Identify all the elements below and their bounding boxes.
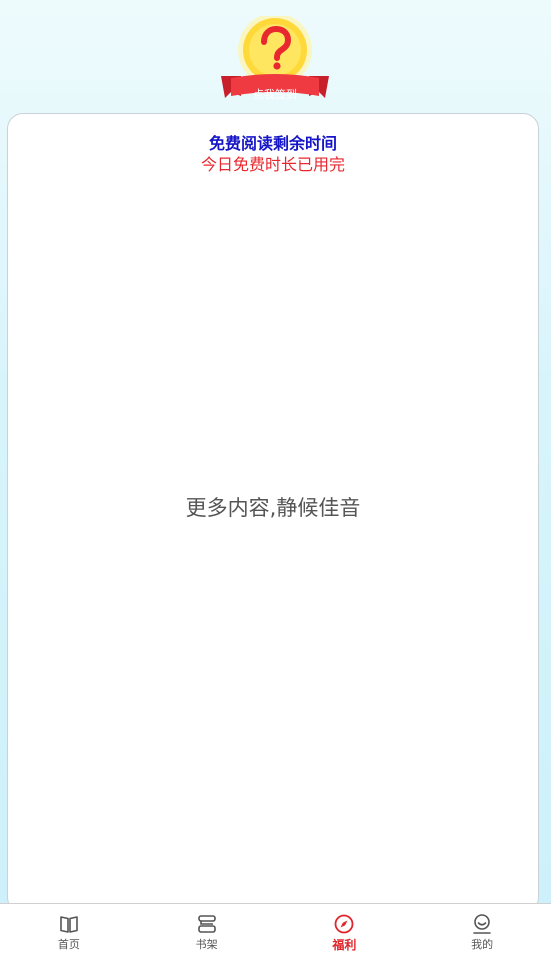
reading-time-card: 免费阅读剩余时间 今日免费时长已用完 更多内容,静候佳音 (7, 113, 539, 913)
profile-face-icon (471, 913, 493, 935)
book-open-icon (58, 913, 80, 935)
compass-icon (333, 913, 355, 935)
free-time-status: 今日免费时长已用完 (200, 155, 345, 174)
coming-soon-text: 更多内容,静候佳音 (185, 496, 361, 520)
bottom-tab-bar: 首页 书架 福利 我的 (0, 903, 551, 960)
tab-bookshelf-label: 书架 (195, 938, 218, 951)
card-title: 免费阅读剩余时间 (208, 134, 337, 153)
checkin-label: 点我签到 (253, 88, 297, 101)
tab-welfare-label: 福利 (332, 938, 357, 952)
tab-home[interactable]: 首页 (0, 904, 138, 960)
tab-profile[interactable]: 我的 (413, 904, 551, 960)
tab-bookshelf[interactable]: 书架 (138, 904, 276, 960)
checkin-badge-button[interactable]: 点我签到 (219, 16, 331, 102)
bookshelf-icon (196, 913, 218, 935)
tab-profile-label: 我的 (471, 938, 494, 951)
tab-welfare[interactable]: 福利 (276, 904, 414, 960)
tab-home-label: 首页 (57, 938, 80, 951)
